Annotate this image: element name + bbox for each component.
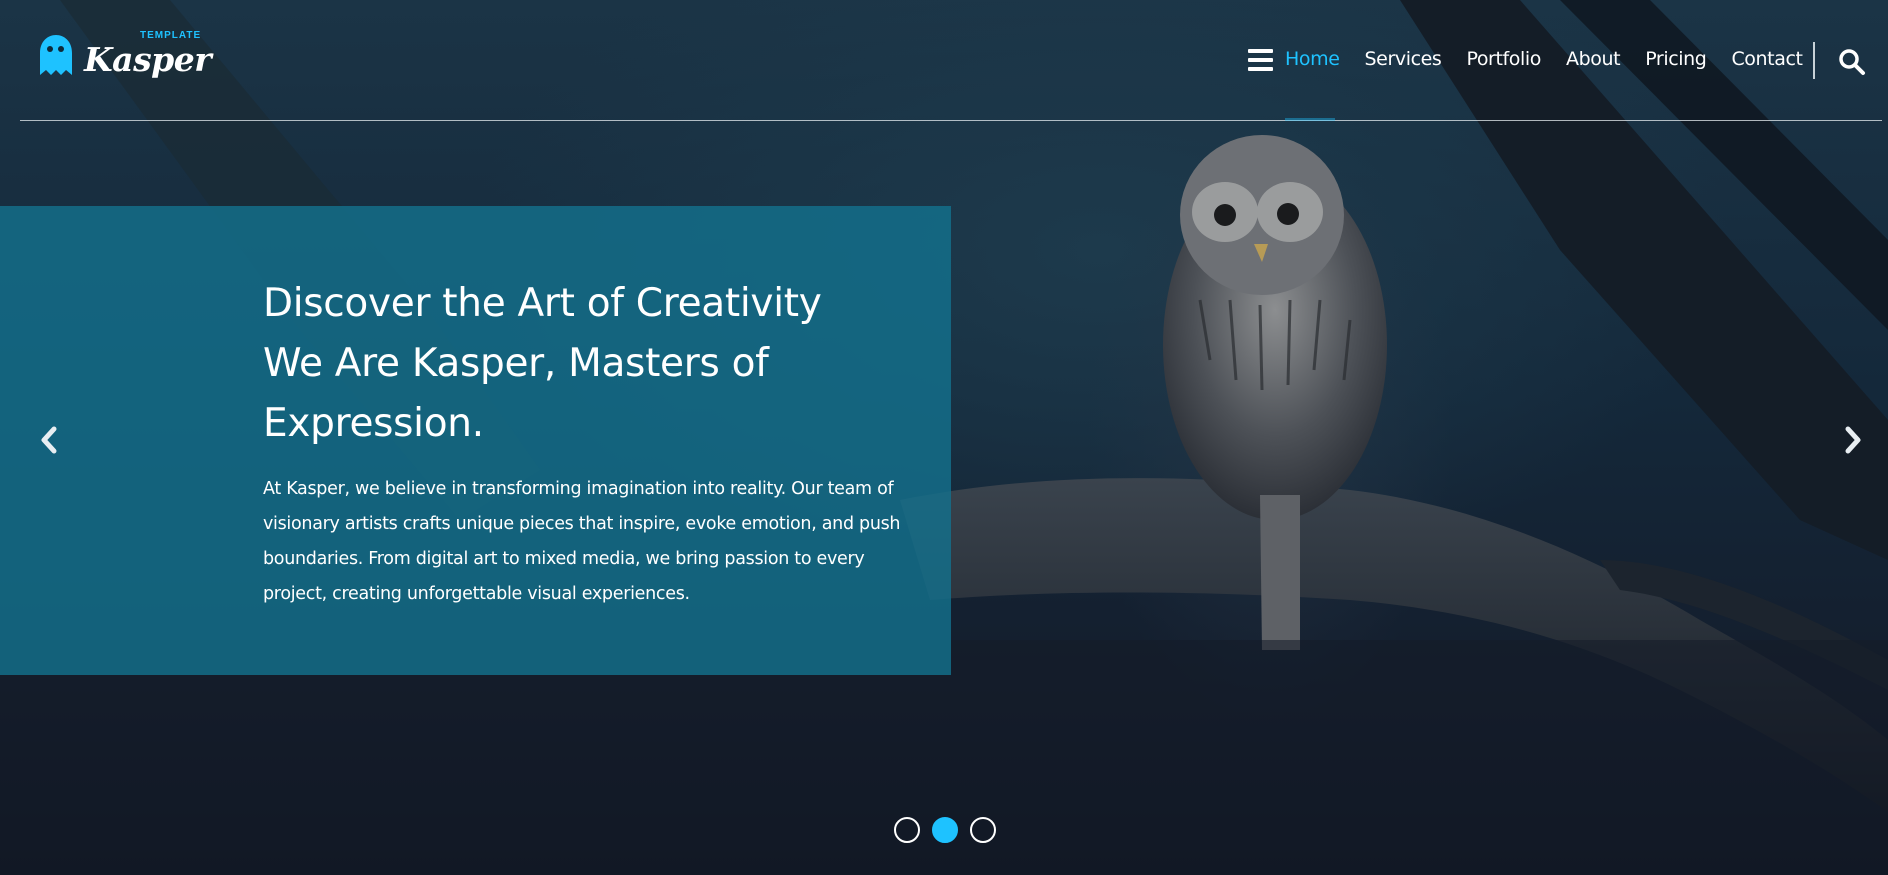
hero-title-line: Expression. — [263, 401, 484, 446]
chevron-left-icon[interactable] — [36, 425, 62, 455]
nav-item-pricing[interactable]: Pricing — [1645, 48, 1707, 70]
nav-divider — [1813, 42, 1815, 79]
main-navigation: Home Services Portfolio About Pricing Co… — [1285, 48, 1828, 70]
chevron-right-icon[interactable] — [1840, 425, 1866, 455]
active-nav-indicator — [1285, 118, 1335, 121]
hero-title-line: We Are Kasper, Masters of — [263, 341, 769, 386]
nav-item-about[interactable]: About — [1566, 48, 1621, 70]
slider-bullet[interactable] — [894, 817, 920, 843]
nav-item-services[interactable]: Services — [1365, 48, 1442, 70]
slider-bullets — [894, 817, 996, 843]
logo[interactable]: TEMPLATE Kasper — [36, 30, 212, 86]
slider-bullet-active[interactable] — [932, 817, 958, 843]
nav-item-portfolio[interactable]: Portfolio — [1466, 48, 1541, 70]
hamburger-icon[interactable] — [1248, 49, 1273, 71]
hero-title-line: Discover the Art of Creativity — [263, 281, 822, 326]
search-icon[interactable] — [1838, 48, 1866, 76]
slider-bullet[interactable] — [970, 817, 996, 843]
nav-item-home[interactable]: Home — [1285, 48, 1340, 70]
site-header: TEMPLATE Kasper Home Services Portfolio … — [0, 0, 1888, 121]
nav-item-contact[interactable]: Contact — [1731, 48, 1803, 70]
hero-content-panel: Discover the Art of Creativity We Are Ka… — [0, 206, 951, 675]
ghost-logo-icon — [40, 35, 72, 75]
logo-wordmark: Kasper — [84, 40, 212, 79]
hero-description: At Kasper, we believe in transforming im… — [263, 479, 901, 604]
hero-title: Discover the Art of Creativity We Are Ka… — [263, 274, 863, 454]
header-divider-line — [20, 120, 1882, 121]
hero-slider: TEMPLATE Kasper Home Services Portfolio … — [0, 0, 1888, 875]
